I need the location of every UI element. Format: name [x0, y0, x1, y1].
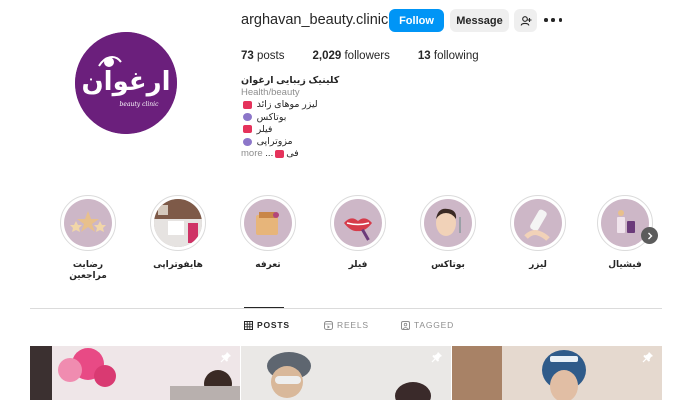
profile-full-name: کلینیک زیبایی ارغوان — [241, 75, 340, 86]
purple-icon — [243, 113, 252, 122]
purple-icon — [243, 137, 252, 146]
highlight-item[interactable]: فیلر — [323, 195, 393, 270]
bio-line: لیزر موهای زائد — [241, 99, 371, 111]
post-image-clinic-staff — [452, 346, 662, 400]
highlight-label: هایفوتراپی — [153, 259, 203, 269]
posts-stat: 73 posts — [241, 50, 285, 62]
post-image-woman-cap — [241, 346, 451, 400]
heart-icon — [243, 100, 252, 109]
tab-tagged[interactable]: TAGGED — [401, 320, 454, 330]
tagged-icon — [401, 320, 410, 330]
highlight-label: فیشیال — [608, 259, 642, 269]
followers-stat[interactable]: 2,029 followers — [313, 50, 390, 62]
post-thumbnail[interactable] — [452, 346, 662, 400]
logo-subtext: beauty clinic — [120, 101, 160, 108]
price-tag-icon — [256, 212, 279, 235]
grid-icon — [244, 320, 253, 330]
highlight-label: تعرفه — [255, 259, 281, 269]
face-injection-icon — [436, 208, 461, 236]
profile-stats: 73 posts 2,029 followers 13 following — [241, 50, 507, 62]
posts-grid — [30, 346, 662, 400]
dot-icon — [551, 18, 555, 22]
clinic-logo-icon: ارغوان beauty clinic — [75, 32, 177, 134]
highlight-label: لیزر — [529, 259, 547, 269]
clinic-room-icon — [154, 199, 202, 247]
active-tab-indicator — [244, 307, 284, 308]
bio-more-link[interactable]: more — [241, 148, 263, 159]
highlight-label: رضایت مراجعین — [69, 259, 107, 280]
profile-avatar[interactable]: ارغوان beauty clinic — [75, 32, 177, 134]
highlight-item[interactable]: هایفوتراپی — [143, 195, 213, 270]
logo-text: ارغوان — [81, 67, 170, 97]
suggest-users-button[interactable] — [514, 9, 537, 32]
following-stat[interactable]: 13 following — [418, 50, 479, 62]
bio-line: فی... more — [241, 148, 299, 160]
bio-line: فیلر — [241, 124, 371, 136]
highlight-item[interactable]: تعرفه — [233, 195, 303, 270]
dot-icon — [544, 18, 548, 22]
profile-bio: کلینیک زیبایی ارغوان Health/beauty لیزر … — [241, 75, 371, 160]
add-user-icon — [520, 15, 531, 26]
story-highlights: رضایت مراجعین هایفوتراپی تعرفه فیلر بوتا… — [0, 195, 700, 280]
pinned-icon — [431, 352, 442, 363]
heart-icon — [243, 125, 252, 134]
message-button[interactable]: Message — [450, 9, 509, 32]
pinned-icon — [642, 352, 653, 363]
post-thumbnail[interactable] — [30, 346, 240, 400]
dot-icon — [558, 18, 562, 22]
reels-icon — [324, 320, 333, 330]
stars-icon — [70, 211, 106, 232]
laser-device-icon — [524, 209, 550, 241]
tab-reels[interactable]: REELS — [324, 320, 369, 330]
highlights-next-button[interactable] — [641, 227, 658, 244]
lips-filler-icon — [344, 218, 372, 241]
chevron-right-icon — [647, 232, 652, 239]
highlight-label: فیلر — [348, 259, 368, 269]
post-image-balloons — [30, 346, 240, 400]
bio-line: مزوتراپی — [241, 136, 371, 148]
heart-icon — [275, 149, 285, 158]
tab-posts[interactable]: POSTS — [244, 320, 290, 330]
bio-line: بوتاکس — [241, 112, 371, 124]
post-thumbnail[interactable] — [241, 346, 451, 400]
follow-button[interactable]: Follow — [389, 9, 444, 32]
profile-category: Health/beauty — [241, 87, 300, 99]
highlight-item[interactable]: رضایت مراجعین — [53, 195, 123, 281]
more-options-button[interactable] — [544, 13, 562, 27]
tabs-divider — [30, 308, 662, 309]
highlight-item[interactable]: لیزر — [503, 195, 573, 270]
pinned-icon — [220, 352, 231, 363]
profile-username: arghavan_beauty.clinic — [241, 12, 389, 28]
highlight-item[interactable]: بوتاکس — [413, 195, 483, 270]
profile-tabs: POSTS REELS TAGGED — [0, 320, 700, 336]
highlight-label: بوتاکس — [431, 259, 465, 269]
